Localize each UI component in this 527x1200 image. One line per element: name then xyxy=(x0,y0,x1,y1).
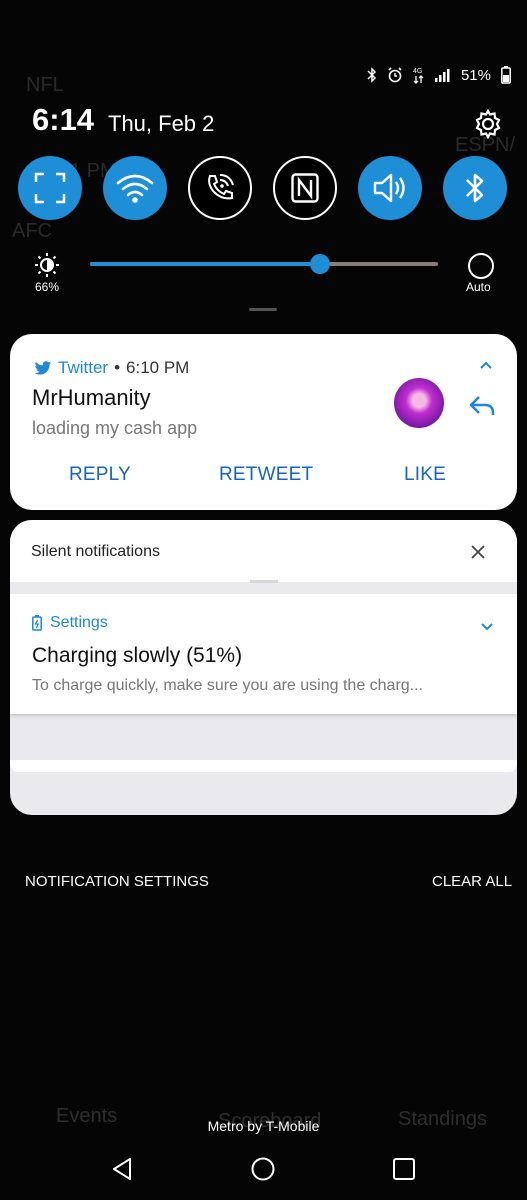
silent-notifications-card: Silent notifications Settings Charging s… xyxy=(10,520,517,815)
notification-settings-button[interactable]: NOTIFICATION SETTINGS xyxy=(25,873,209,890)
bg-league: NFL xyxy=(26,74,64,96)
toggle-wifi-calling[interactable] xyxy=(188,156,252,220)
wifi-calling-icon xyxy=(208,174,234,200)
reply-button[interactable]: REPLY xyxy=(69,464,131,486)
svg-text:4G: 4G xyxy=(413,68,422,75)
bluetooth-icon xyxy=(466,173,484,203)
twitter-bird-icon xyxy=(34,360,52,375)
brightness-knob[interactable] xyxy=(309,254,330,274)
retweet-button[interactable]: RETWEET xyxy=(219,464,313,486)
chevron-down-icon[interactable] xyxy=(480,620,494,632)
recents-icon[interactable] xyxy=(391,1156,417,1182)
like-button[interactable]: LIKE xyxy=(404,464,446,486)
notification-title: Charging slowly (51%) xyxy=(32,644,243,667)
reply-icon[interactable] xyxy=(468,394,496,418)
notification-text: To charge quickly, make sure you are usi… xyxy=(32,677,424,694)
stacked-notification-edge xyxy=(10,760,517,772)
nfc-icon xyxy=(291,173,319,203)
notification-app-name: Settings xyxy=(50,614,108,631)
toggle-bluetooth[interactable] xyxy=(443,156,507,220)
clock-time: 6:14 xyxy=(32,102,95,137)
group-handle xyxy=(250,580,278,583)
screen-capture-icon xyxy=(34,172,66,204)
silent-header: Silent notifications xyxy=(10,520,517,583)
notification-app-name: Twitter xyxy=(58,358,109,377)
notification-header: Twitter • 6:10 PM xyxy=(34,358,189,378)
close-icon[interactable] xyxy=(470,544,486,560)
battery-charging-icon xyxy=(32,615,42,631)
twitter-notification[interactable]: Twitter • 6:10 PM MrHumanity loading my … xyxy=(10,334,517,510)
clear-all-button[interactable]: CLEAR ALL xyxy=(432,873,512,890)
toggle-wifi[interactable] xyxy=(103,156,167,220)
volume-icon xyxy=(373,173,405,203)
lte-icon: 4G xyxy=(413,68,424,84)
back-icon[interactable] xyxy=(110,1156,136,1182)
signal-icon xyxy=(434,69,450,82)
silent-section-title: Silent notifications xyxy=(31,543,160,560)
separator-dot: • xyxy=(114,358,121,377)
notification-header: Settings xyxy=(32,614,108,632)
toggle-nfc[interactable] xyxy=(273,156,337,220)
alarm-icon xyxy=(388,67,402,83)
battery-percent: 51% xyxy=(460,66,491,84)
bluetooth-icon xyxy=(367,67,377,83)
brightness-icon xyxy=(35,253,59,277)
auto-brightness-label: Auto xyxy=(466,280,491,294)
chevron-up-icon[interactable] xyxy=(478,358,494,372)
wifi-icon xyxy=(116,174,154,203)
panel-drag-handle[interactable] xyxy=(249,308,277,311)
avatar xyxy=(394,378,444,428)
clock-date: Thu, Feb 2 xyxy=(108,111,215,136)
notification-time: 6:10 PM xyxy=(126,358,190,377)
status-bar: 4G 51% xyxy=(367,60,511,90)
charging-notification[interactable]: Settings Charging slowly (51%) To charge… xyxy=(10,594,517,714)
home-icon[interactable] xyxy=(250,1156,276,1182)
notification-text: loading my cash app xyxy=(32,418,198,438)
gear-icon[interactable] xyxy=(472,108,504,140)
brightness-slider[interactable] xyxy=(90,254,438,274)
notification-title: MrHumanity xyxy=(32,385,151,410)
brightness-fill xyxy=(90,262,320,266)
toggle-screen-capture[interactable] xyxy=(18,156,82,220)
brightness-percent: 66% xyxy=(35,280,60,294)
carrier-label: Metro by T-Mobile xyxy=(207,1118,320,1134)
navigation-bar xyxy=(0,1140,527,1200)
bg-conference: AFC xyxy=(12,220,52,242)
auto-brightness-toggle[interactable] xyxy=(468,253,494,279)
battery-icon xyxy=(501,66,511,84)
toggle-sound[interactable] xyxy=(358,156,422,220)
